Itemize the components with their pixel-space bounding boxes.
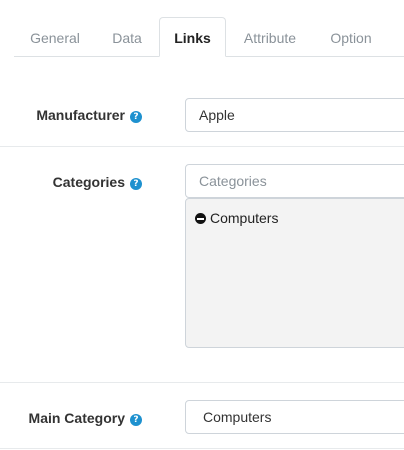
- category-item-label: Computers: [210, 210, 279, 226]
- categories-selected-list: Computers: [185, 198, 404, 348]
- divider: [0, 146, 404, 147]
- divider: [0, 382, 404, 383]
- remove-icon[interactable]: [195, 213, 206, 224]
- help-icon[interactable]: ?: [130, 178, 142, 190]
- main-category-input[interactable]: Computers: [185, 400, 404, 434]
- tab-data[interactable]: Data: [96, 17, 158, 57]
- manufacturer-input[interactable]: Apple: [185, 98, 404, 132]
- help-icon[interactable]: ?: [130, 111, 142, 123]
- categories-input[interactable]: Categories: [185, 164, 404, 198]
- categories-label-text: Categories: [52, 174, 125, 190]
- help-icon[interactable]: ?: [130, 414, 142, 426]
- main-category-label-text: Main Category: [28, 410, 125, 426]
- tab-option[interactable]: Option: [316, 17, 386, 57]
- tab-links[interactable]: Links: [159, 17, 226, 57]
- manufacturer-label: Manufacturer?: [36, 107, 142, 123]
- tab-bar: General Data Links Attribute Option: [14, 17, 404, 57]
- manufacturer-label-text: Manufacturer: [36, 107, 125, 123]
- categories-label: Categories?: [53, 174, 142, 190]
- list-item: Computers: [195, 210, 278, 226]
- tab-attribute[interactable]: Attribute: [228, 17, 312, 57]
- main-category-label: Main Category?: [29, 410, 142, 426]
- tab-general[interactable]: General: [14, 17, 96, 57]
- divider: [0, 448, 404, 449]
